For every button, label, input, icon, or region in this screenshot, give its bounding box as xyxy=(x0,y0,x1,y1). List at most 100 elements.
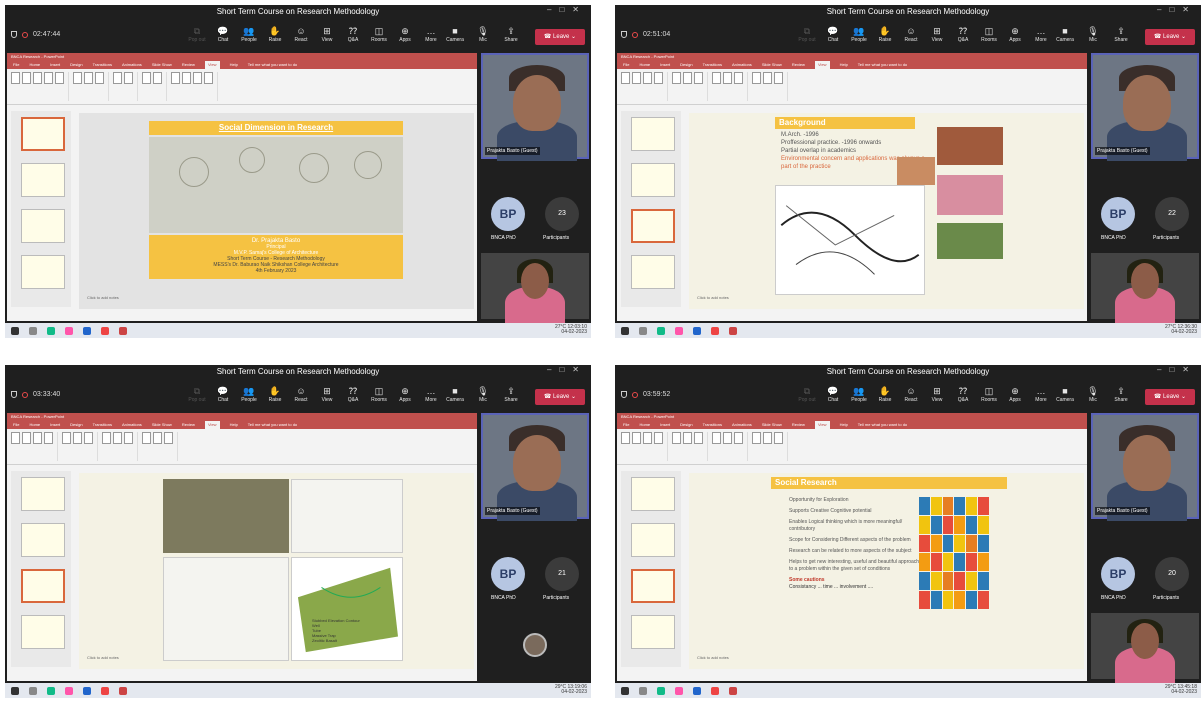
people-button[interactable]: 👥 People xyxy=(237,385,261,403)
tab-file[interactable]: File xyxy=(623,61,629,69)
slide-thumb[interactable] xyxy=(21,615,65,649)
raise-hand-button[interactable]: ✋ Raise xyxy=(873,385,897,403)
tell-me-box[interactable]: Tell me what you want to do xyxy=(858,61,907,69)
tab-transitions[interactable]: Transitions xyxy=(703,61,722,69)
apps-button[interactable]: ⊕ Apps xyxy=(393,25,417,43)
chat-button[interactable]: 💬 Chat xyxy=(211,385,235,403)
normal-view-button[interactable] xyxy=(621,432,630,444)
notes-master-button[interactable] xyxy=(694,432,703,444)
reading-view-button[interactable] xyxy=(55,72,64,84)
camera-button[interactable]: ■ Camera xyxy=(443,385,467,403)
color-button[interactable] xyxy=(171,72,180,84)
raise-hand-button[interactable]: ✋ Raise xyxy=(263,25,287,43)
tab-view[interactable]: View xyxy=(204,61,220,69)
notes-button[interactable] xyxy=(712,432,721,444)
react-button[interactable]: ☺ React xyxy=(289,25,313,43)
notes-page-button[interactable] xyxy=(44,72,53,84)
app-icon[interactable] xyxy=(693,326,701,335)
window-controls[interactable]: –□✕ xyxy=(1157,365,1197,374)
sorter-view-button[interactable] xyxy=(643,72,652,84)
search-icon[interactable] xyxy=(639,686,647,695)
chrome-icon[interactable] xyxy=(711,326,719,335)
apps-button[interactable]: ⊕ Apps xyxy=(1003,385,1027,403)
rooms-button[interactable]: ◫ Rooms xyxy=(977,25,1001,43)
notes-button[interactable] xyxy=(712,72,721,84)
rooms-button[interactable]: ◫ Rooms xyxy=(367,25,391,43)
tab-review[interactable]: Review xyxy=(182,61,195,69)
popout-button[interactable]: ⧉ Pop out xyxy=(795,25,819,43)
tab-help[interactable]: Help xyxy=(230,61,238,69)
zoom-button[interactable] xyxy=(142,72,151,84)
mic-button[interactable]: 🎙 Mic xyxy=(1081,385,1105,403)
tab-animations[interactable]: Animations xyxy=(122,421,142,429)
mic-button[interactable]: 🎙 Mic xyxy=(471,385,495,403)
search-icon[interactable] xyxy=(29,326,37,335)
slide-master-button[interactable] xyxy=(672,72,681,84)
popout-button[interactable]: ⧉ Pop out xyxy=(795,385,819,403)
outline-view-button[interactable] xyxy=(22,72,31,84)
slide-thumb[interactable] xyxy=(631,523,675,557)
new-window-button[interactable] xyxy=(142,432,151,444)
handout-master-button[interactable] xyxy=(84,72,93,84)
notes-button[interactable] xyxy=(102,432,111,444)
slide-master-button[interactable] xyxy=(672,432,681,444)
app-icon[interactable] xyxy=(65,686,73,695)
chat-button[interactable]: 💬 Chat xyxy=(211,25,235,43)
tab-design[interactable]: Design xyxy=(70,61,82,69)
search-icon[interactable] xyxy=(29,686,37,695)
apps-button[interactable]: ⊕ Apps xyxy=(393,385,417,403)
more-button[interactable]: … More xyxy=(419,385,443,403)
tab-animations[interactable]: Animations xyxy=(732,61,752,69)
slide-thumb[interactable] xyxy=(631,569,675,603)
slide-thumb[interactable] xyxy=(631,117,675,151)
normal-view-button[interactable] xyxy=(11,72,20,84)
chrome-icon[interactable] xyxy=(101,326,109,335)
macros-button[interactable] xyxy=(774,72,783,84)
tab-slideshow[interactable]: Slide Show xyxy=(152,421,172,429)
macros-button[interactable] xyxy=(164,432,173,444)
tab-design[interactable]: Design xyxy=(680,421,692,429)
qa-button[interactable]: ⁇ Q&A xyxy=(341,385,365,403)
mic-button[interactable]: 🎙 Mic xyxy=(1081,25,1105,43)
tab-view[interactable]: View xyxy=(814,421,830,429)
ppt-icon[interactable] xyxy=(729,686,737,695)
new-window-button[interactable] xyxy=(752,72,761,84)
tab-design[interactable]: Design xyxy=(680,61,692,69)
tab-insert[interactable]: Insert xyxy=(660,421,670,429)
slide-thumb[interactable] xyxy=(631,209,675,243)
slide-thumb[interactable] xyxy=(631,163,675,197)
camera-button[interactable]: ■ Camera xyxy=(443,25,467,43)
edge-icon[interactable] xyxy=(47,686,55,695)
tab-home[interactable]: Home xyxy=(639,61,650,69)
rooms-button[interactable]: ◫ Rooms xyxy=(977,385,1001,403)
qa-button[interactable]: ⁇ Q&A xyxy=(341,25,365,43)
sorter-view-button[interactable] xyxy=(643,432,652,444)
tab-help[interactable]: Help xyxy=(840,421,848,429)
window-controls[interactable]: –□✕ xyxy=(547,5,587,14)
app-icon[interactable] xyxy=(675,326,683,335)
new-window-button[interactable] xyxy=(752,432,761,444)
tab-transitions[interactable]: Transitions xyxy=(703,421,722,429)
tab-file[interactable]: File xyxy=(13,421,19,429)
popout-button[interactable]: ⧉ Pop out xyxy=(185,25,209,43)
slide-thumb[interactable] xyxy=(21,569,65,603)
more-button[interactable]: … More xyxy=(419,25,443,43)
app-icon[interactable] xyxy=(65,326,73,335)
slide-thumb[interactable] xyxy=(21,477,65,511)
switch-windows-button[interactable] xyxy=(193,72,202,84)
tab-design[interactable]: Design xyxy=(70,421,82,429)
participant-count[interactable]: 20 xyxy=(1155,557,1189,591)
slide-thumb[interactable] xyxy=(631,615,675,649)
ruler-checkbox[interactable] xyxy=(113,72,122,84)
tab-file[interactable]: File xyxy=(623,421,629,429)
notes-button[interactable] xyxy=(124,72,133,84)
share-button[interactable]: ⇪ Share xyxy=(499,25,523,43)
notes-master-button[interactable] xyxy=(95,72,104,84)
tab-animations[interactable]: Animations xyxy=(122,61,142,69)
ppt-icon[interactable] xyxy=(729,326,737,335)
fit-window-button[interactable] xyxy=(734,432,743,444)
view-button[interactable]: ⊞ View xyxy=(315,25,339,43)
switch-windows-button[interactable] xyxy=(763,72,772,84)
slide-thumb[interactable] xyxy=(21,163,65,197)
app-icon[interactable] xyxy=(83,326,91,335)
